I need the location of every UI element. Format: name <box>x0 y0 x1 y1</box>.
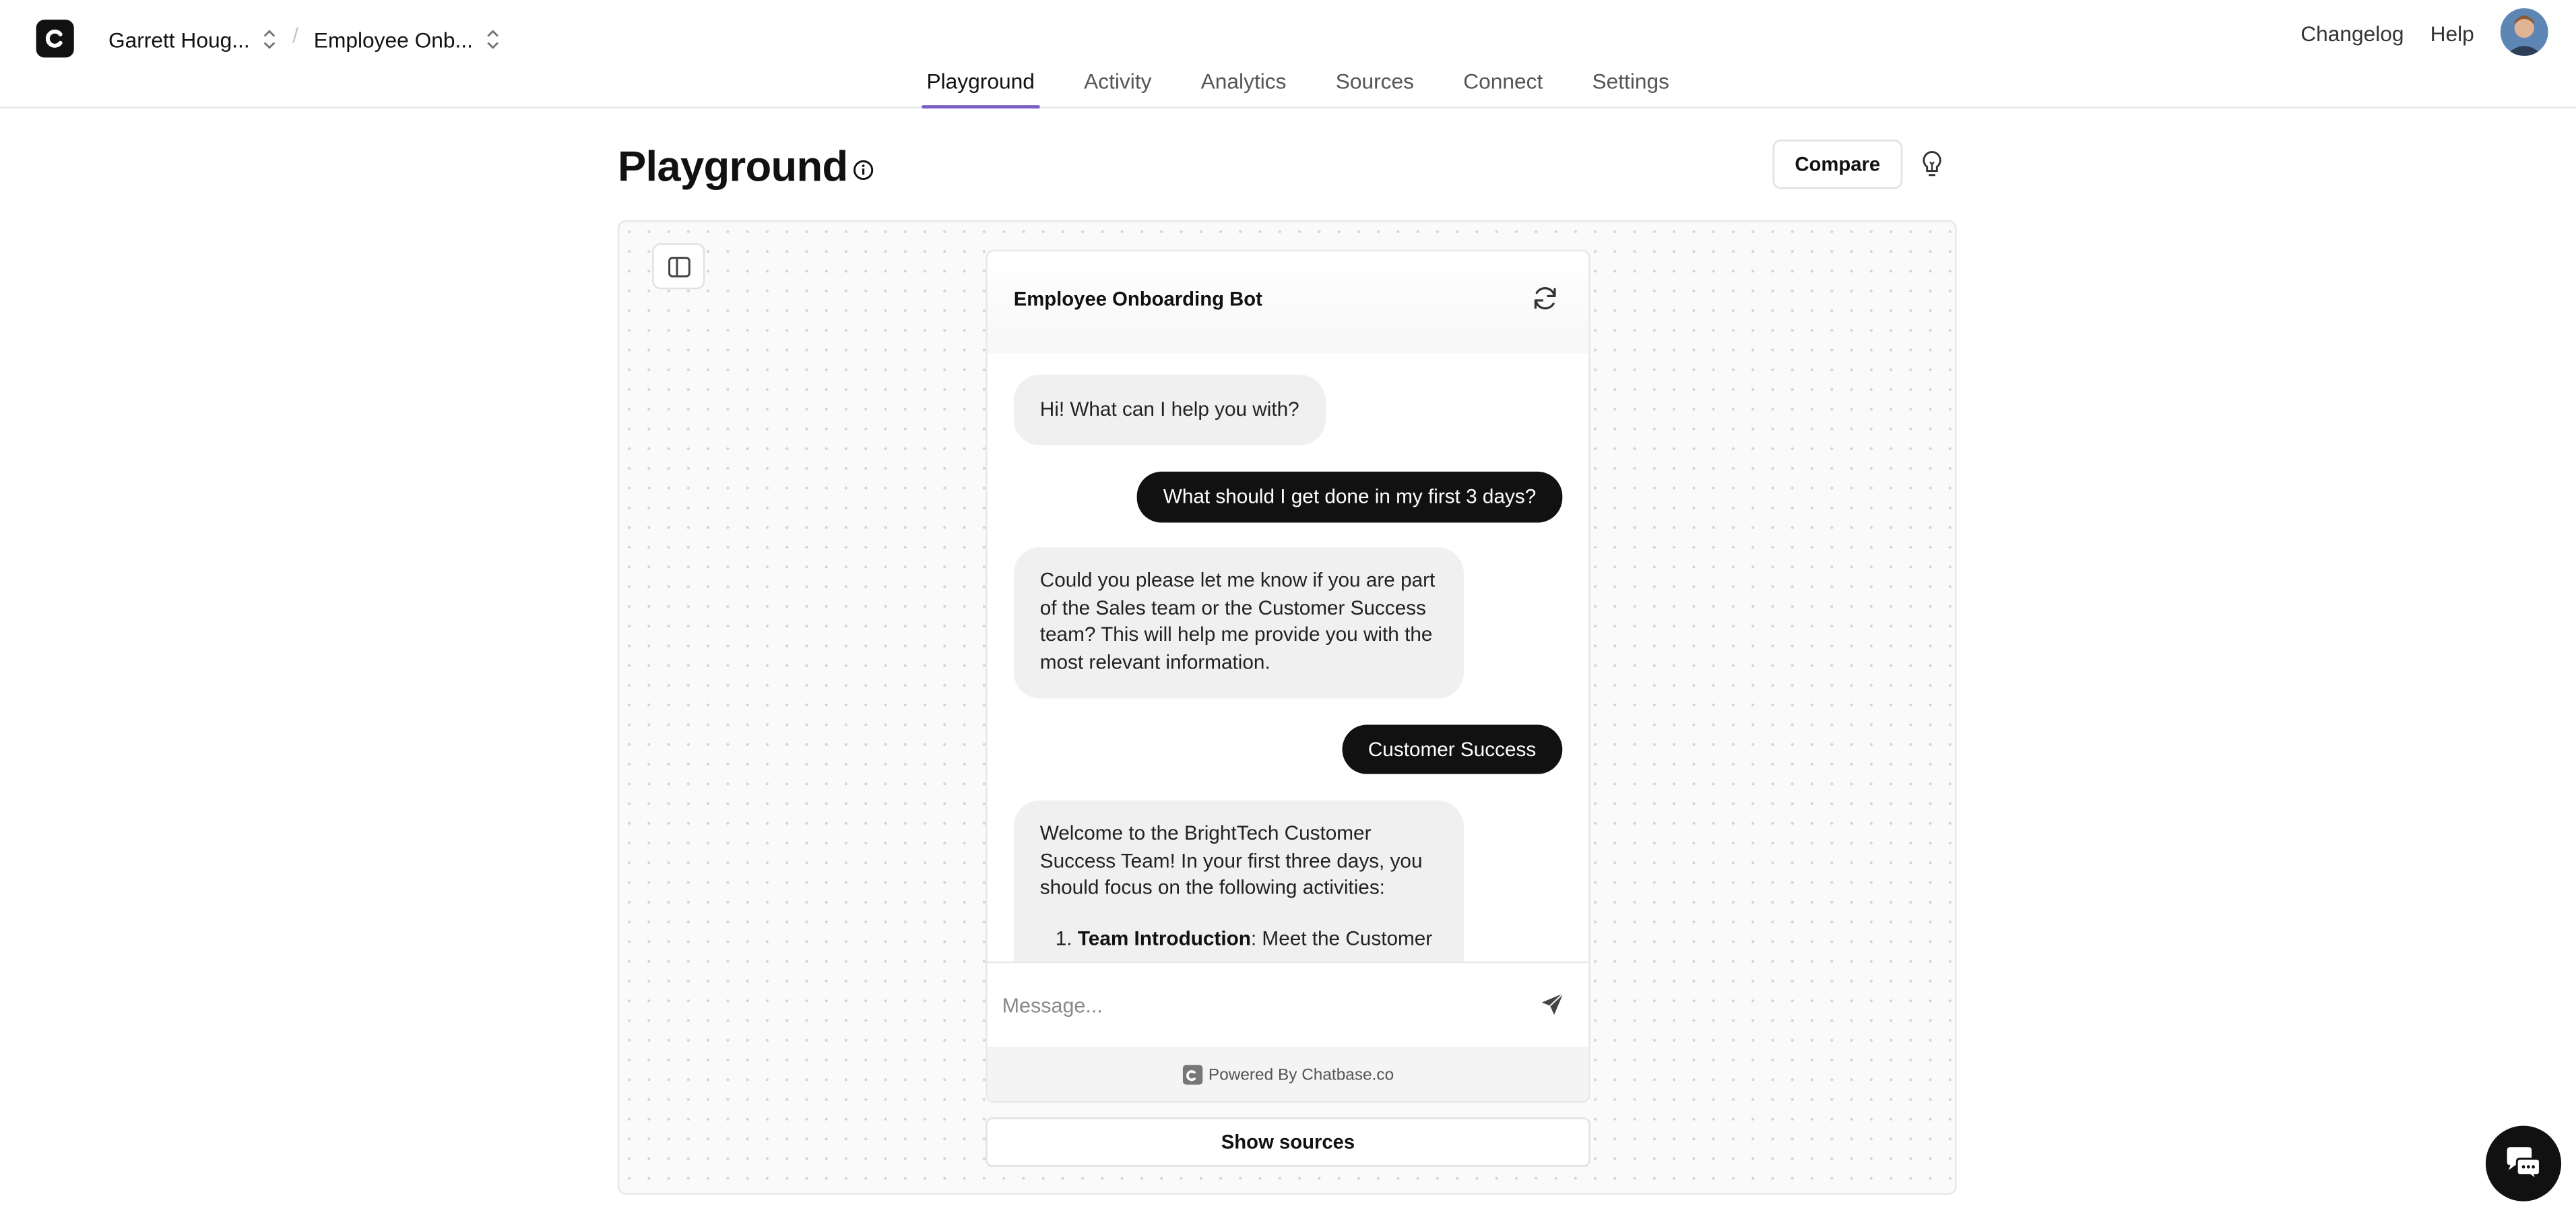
chat-header: Employee Onboarding Bot <box>987 251 1589 354</box>
message-composer <box>987 961 1589 1047</box>
page-title: Playground <box>618 142 874 193</box>
chat-widget: Employee Onboarding Bot Hi! What can I h… <box>986 249 1590 1103</box>
list-item-text: : Meet the Customer <box>1250 926 1433 949</box>
bot-message-text: Welcome to the BrightTech Customer Succe… <box>1039 821 1423 900</box>
tab-playground[interactable]: Playground <box>922 69 1039 108</box>
chatbase-logo-icon[interactable] <box>36 20 74 58</box>
bot-message: Welcome to the BrightTech Customer Succe… <box>1013 800 1464 962</box>
chat-bubble-icon <box>2507 1147 2541 1183</box>
user-avatar[interactable] <box>2500 8 2548 56</box>
main-nav: Playground Activity Analytics Sources Co… <box>922 69 1714 108</box>
bot-message: Could you please let me know if you are … <box>1013 547 1464 699</box>
compare-button[interactable]: Compare <box>1772 139 1903 189</box>
info-icon[interactable] <box>853 160 874 181</box>
message-list[interactable]: Hi! What can I help you with? What shoul… <box>988 353 1589 962</box>
changelog-link[interactable]: Changelog <box>2300 22 2404 46</box>
chat-launcher-button[interactable] <box>2485 1125 2562 1202</box>
powered-by-footer[interactable]: Powered By Chatbase.co <box>987 1047 1589 1101</box>
page-title-text: Playground <box>617 141 848 191</box>
message-input[interactable] <box>1002 987 1512 1024</box>
list-item: Team Introduction: Meet the Customer <box>1078 925 1438 951</box>
send-icon[interactable] <box>1539 991 1566 1018</box>
tab-activity[interactable]: Activity <box>1079 69 1157 108</box>
user-message: What should I get done in my first 3 day… <box>1136 471 1563 523</box>
tab-settings[interactable]: Settings <box>1587 69 1674 108</box>
powered-by-text: Powered By Chatbase.co <box>1208 1065 1394 1084</box>
lightbulb-icon[interactable] <box>1919 150 1945 179</box>
panel-left-icon <box>667 255 690 277</box>
bot-message: Hi! What can I help you with? <box>1013 375 1326 445</box>
list-item-title: Team Introduction <box>1077 926 1251 949</box>
chevron-up-down-icon <box>263 30 276 49</box>
message-list-items: Team Introduction: Meet the Customer <box>1040 925 1438 951</box>
chevron-up-down-icon <box>486 30 498 49</box>
top-header: Garrett Houg... / Employee Onb... Change… <box>0 0 2576 108</box>
show-sources-button[interactable]: Show sources <box>986 1117 1590 1167</box>
chatbase-mini-logo-icon <box>1182 1065 1202 1085</box>
project-switcher[interactable]: Employee Onb... <box>314 25 501 55</box>
refresh-icon[interactable] <box>1531 284 1559 312</box>
tab-analytics[interactable]: Analytics <box>1196 69 1291 108</box>
breadcrumb-separator: / <box>292 23 298 48</box>
user-message: Customer Success <box>1341 724 1563 774</box>
bot-name: Employee Onboarding Bot <box>1013 287 1262 311</box>
help-link[interactable]: Help <box>2430 22 2474 46</box>
project-name: Employee Onb... <box>313 27 473 52</box>
playground-canvas: Employee Onboarding Bot Hi! What can I h… <box>617 220 1957 1195</box>
workspace-switcher[interactable]: Garrett Houg... <box>108 25 278 55</box>
sidebar-toggle-button[interactable] <box>652 243 705 290</box>
tab-sources[interactable]: Sources <box>1330 69 1419 108</box>
tab-connect[interactable]: Connect <box>1458 69 1548 108</box>
workspace-name: Garrett Houg... <box>108 27 250 52</box>
